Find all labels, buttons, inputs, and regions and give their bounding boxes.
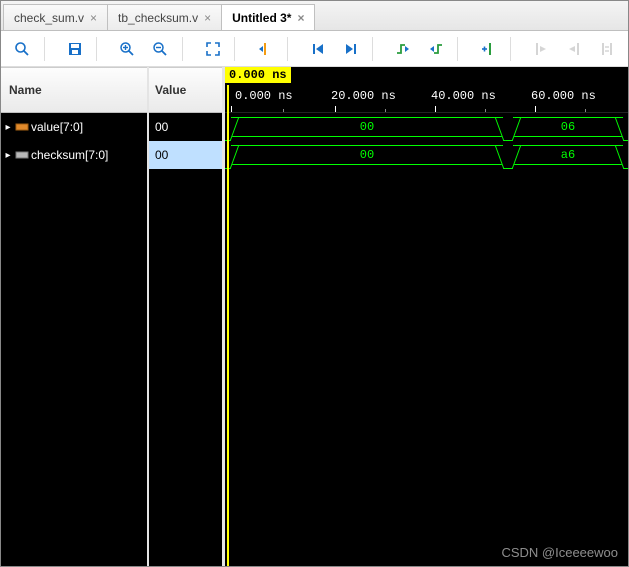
close-icon[interactable]: ×	[204, 11, 211, 25]
tab-tb-checksum[interactable]: tb_checksum.v ×	[107, 4, 222, 30]
close-icon[interactable]: ×	[297, 11, 304, 25]
signal-value[interactable]: 00	[149, 113, 222, 141]
signal-row-value[interactable]: ▸ value[7:0]	[1, 113, 147, 141]
next-transition-button[interactable]	[421, 35, 452, 63]
bus-value: 06	[561, 120, 575, 134]
cursor-line[interactable]	[227, 85, 229, 566]
go-to-cursor-button[interactable]	[250, 35, 281, 63]
prev-marker-button	[526, 35, 557, 63]
ruler-tick: 0.000 ns	[235, 89, 293, 103]
expand-icon[interactable]: ▸	[3, 150, 13, 161]
expand-icon[interactable]: ▸	[3, 122, 13, 133]
tab-bar: check_sum.v × tb_checksum.v × Untitled 3…	[1, 1, 628, 31]
tab-label: tb_checksum.v	[118, 11, 198, 25]
waveform-area[interactable]: 0.000 ns 0.000 ns 20.000 ns 40.000 ns 60…	[225, 67, 628, 566]
close-icon[interactable]: ×	[90, 11, 97, 25]
cursor-bar: 0.000 ns	[225, 67, 628, 85]
tab-label: check_sum.v	[14, 11, 84, 25]
tab-label: Untitled 3*	[232, 11, 291, 25]
time-ruler[interactable]: 0.000 ns 20.000 ns 40.000 ns 60.000 ns	[225, 85, 628, 113]
bus-icon	[15, 120, 29, 134]
bus-segment: 06	[513, 117, 623, 137]
bus-segment: 00	[231, 117, 503, 137]
separator	[96, 37, 106, 61]
bus-segment: 00	[231, 145, 503, 165]
zoom-out-button[interactable]	[145, 35, 176, 63]
bus-value: 00	[360, 148, 374, 162]
ruler-tick: 40.000 ns	[431, 89, 496, 103]
toolbar	[1, 31, 628, 67]
bus-value: a6	[561, 148, 575, 162]
signal-value[interactable]: 00	[149, 141, 222, 169]
separator	[182, 37, 192, 61]
value-text: 00	[155, 120, 168, 134]
go-to-end-button[interactable]	[335, 35, 366, 63]
value-column-header[interactable]: Value	[149, 67, 222, 113]
name-column-header[interactable]: Name	[1, 67, 147, 113]
signal-name: value[7:0]	[31, 120, 83, 134]
swap-markers-button	[591, 35, 622, 63]
tab-untitled-3[interactable]: Untitled 3* ×	[221, 4, 315, 30]
wave-lane-checksum[interactable]: 00 a6	[225, 141, 628, 169]
bus-value: 00	[360, 120, 374, 134]
signal-row-checksum[interactable]: ▸ checksum[7:0]	[1, 141, 147, 169]
separator	[287, 37, 297, 61]
watermark: CSDN @Iceeeewoo	[501, 545, 618, 560]
prev-transition-button[interactable]	[388, 35, 419, 63]
bus-segment: a6	[513, 145, 623, 165]
search-button[interactable]	[7, 35, 38, 63]
signal-panel: Name ▸ value[7:0] ▸ checksum[7:0]	[1, 67, 225, 566]
main-area: Name ▸ value[7:0] ▸ checksum[7:0]	[1, 67, 628, 566]
add-marker-button[interactable]	[473, 35, 504, 63]
zoom-in-button[interactable]	[112, 35, 143, 63]
value-column: Value 00 00	[149, 67, 225, 566]
zoom-fit-button[interactable]	[197, 35, 228, 63]
wave-lane-value[interactable]: 00 06	[225, 113, 628, 141]
wave-lanes: 00 06 00 a6	[225, 113, 628, 169]
go-to-start-button[interactable]	[302, 35, 333, 63]
separator	[234, 37, 244, 61]
separator	[372, 37, 382, 61]
next-marker-button	[558, 35, 589, 63]
ruler-tick: 60.000 ns	[531, 89, 596, 103]
ruler-tick: 20.000 ns	[331, 89, 396, 103]
separator	[510, 37, 520, 61]
name-column: Name ▸ value[7:0] ▸ checksum[7:0]	[1, 67, 149, 566]
separator	[44, 37, 54, 61]
signal-name: checksum[7:0]	[31, 148, 108, 162]
value-text: 00	[155, 148, 168, 162]
name-rows: ▸ value[7:0] ▸ checksum[7:0]	[1, 113, 147, 566]
value-rows: 00 00	[149, 113, 222, 566]
bus-icon	[15, 148, 29, 162]
cursor-time-tag[interactable]: 0.000 ns	[225, 67, 291, 83]
separator	[457, 37, 467, 61]
tab-check-sum[interactable]: check_sum.v ×	[3, 4, 108, 30]
save-button[interactable]	[60, 35, 91, 63]
